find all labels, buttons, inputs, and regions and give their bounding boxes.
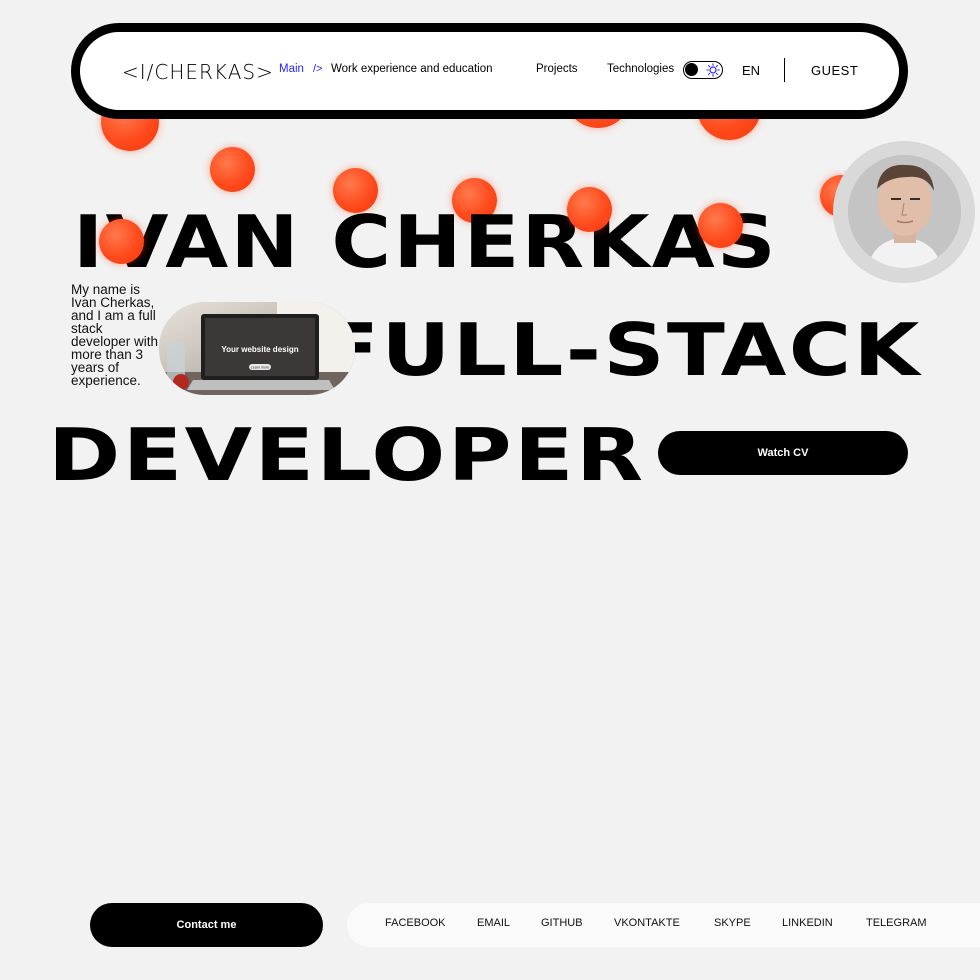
social-links-bar: FACEBOOK EMAIL GITHUB VKONTAKTE SKYPE LI… [347, 903, 980, 947]
user-account-button[interactable]: GUEST [811, 63, 858, 78]
laptop-screen-button: Learn more [251, 366, 269, 370]
hero-title-developer: DEVELOPER [48, 413, 646, 497]
header-divider [784, 58, 785, 82]
nav-link-work-experience[interactable]: Work experience and education [331, 63, 493, 75]
social-link-skype[interactable]: SKYPE [714, 917, 751, 929]
nav-active-indicator: /> [313, 63, 323, 75]
hero-bio-text: My name is Ivan Cherkas, and I am a full… [71, 282, 159, 388]
hero-title-role: FULL-STACK [321, 308, 922, 392]
language-selector[interactable]: EN [742, 63, 760, 78]
social-link-linkedin[interactable]: LINKEDIN [782, 917, 833, 929]
social-link-email[interactable]: EMAIL [477, 917, 510, 929]
hero-title-name: IVAN CHERKAS [73, 200, 778, 284]
contact-me-button[interactable]: Contact me [90, 903, 323, 947]
theme-toggle[interactable] [683, 61, 723, 79]
decor-ball [99, 219, 144, 264]
nav-link-projects[interactable]: Projects [536, 63, 578, 75]
laptop-screen-heading: Your website design [221, 345, 298, 354]
social-link-telegram[interactable]: TELEGRAM [866, 917, 927, 929]
social-link-github[interactable]: GITHUB [541, 917, 583, 929]
decor-ball [210, 147, 255, 192]
sun-icon [706, 63, 720, 77]
watch-cv-button[interactable]: Watch CV [658, 431, 908, 475]
portrait-image [848, 155, 961, 268]
top-navbar: <I/CHERKAS> Main /> Work experience and … [71, 23, 908, 119]
nav-link-main[interactable]: Main [279, 63, 304, 75]
social-link-facebook[interactable]: FACEBOOK [385, 917, 446, 929]
social-link-vkontakte[interactable]: VKONTAKTE [614, 917, 680, 929]
decor-ball [698, 203, 743, 248]
decor-ball [567, 187, 612, 232]
site-logo[interactable]: <I/CHERKAS> [122, 60, 274, 84]
toggle-knob [685, 63, 698, 76]
laptop-showcase-image: Your website design Learn more [159, 302, 355, 395]
profile-avatar [833, 141, 975, 283]
nav-link-technologies[interactable]: Technologies [607, 63, 674, 75]
